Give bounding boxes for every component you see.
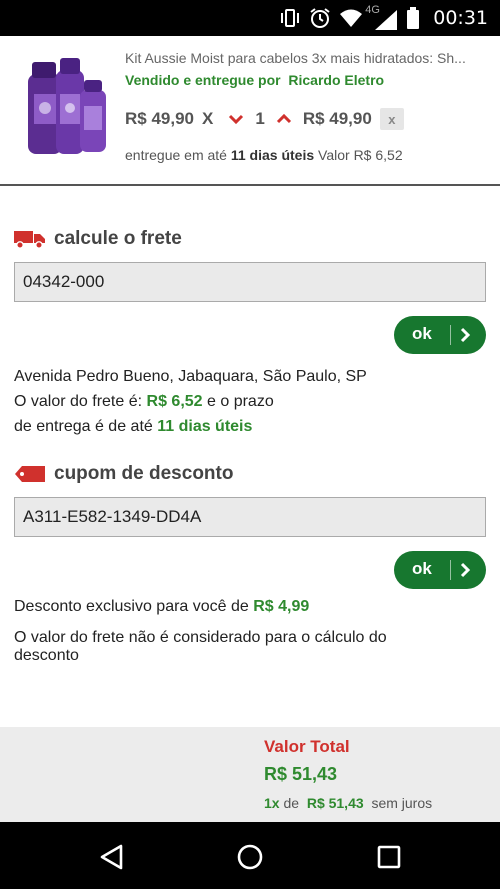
freight-value: R$ 6,52 — [146, 393, 203, 410]
seller-prefix: Vendido e entregue por — [125, 72, 281, 88]
freight-suffix: e o prazo — [207, 393, 274, 410]
seller-info: Vendido e entregue por Ricardo Eletro — [125, 72, 384, 88]
coupon-ok-label: ok — [412, 559, 432, 578]
totals-panel: Valor Total R$ 51,43 1x de R$ 51,43 sem … — [0, 727, 500, 822]
button-divider — [450, 560, 451, 580]
discount-note-line2: desconto — [14, 647, 79, 664]
shipping-ok-label: ok — [412, 324, 432, 343]
vibrate-icon — [281, 9, 300, 27]
alarm-icon — [310, 8, 330, 28]
coupon-heading-label: cupom de desconto — [54, 463, 234, 484]
total-value: R$ 51,43 — [264, 764, 338, 784]
back-icon[interactable] — [97, 842, 127, 872]
product-image[interactable] — [18, 48, 114, 158]
quantity-increase-icon[interactable] — [275, 110, 293, 128]
shipping-heading-label: calcule o frete — [54, 228, 182, 249]
delivery-prefix: entregue em até — [125, 147, 227, 163]
coupon-ok-button[interactable]: ok — [394, 551, 486, 589]
installments-de: de — [283, 795, 300, 811]
shipping-address: Avenida Pedro Bueno, Jabaquara, São Paul… — [14, 368, 367, 385]
installments-count: 1x — [264, 795, 280, 811]
total-label: Valor Total — [264, 737, 350, 756]
delivery-days: 11 dias úteis — [230, 147, 315, 163]
price-row: R$ 49,90 X 1 R$ 49,90 x — [125, 106, 404, 132]
navigation-bar — [0, 822, 500, 889]
freight-value-line: O valor do frete é: R$ 6,52 e o prazo — [14, 393, 274, 411]
cart-item: Kit Aussie Moist para cabelos 3x mais hi… — [0, 36, 500, 186]
coupon-heading: cupom de desconto — [14, 463, 233, 485]
quantity-value: 1 — [255, 109, 265, 128]
discount-value: R$ 4,99 — [253, 598, 310, 615]
line-total: R$ 49,90 — [302, 109, 372, 128]
seller-name: Ricardo Eletro — [288, 72, 385, 88]
delivery-deadline-line: de entrega é de até 11 dias úteis — [14, 418, 252, 436]
truck-icon — [14, 231, 45, 249]
discount-prefix: Desconto exclusivo para você de — [14, 598, 249, 615]
installments-value: R$ 51,43 — [306, 795, 364, 811]
installments-line: 1x de R$ 51,43 sem juros — [264, 795, 432, 811]
shipping-heading: calcule o frete — [14, 228, 182, 250]
product-title[interactable]: Kit Aussie Moist para cabelos 3x mais hi… — [125, 50, 495, 66]
status-icons: 4G 00:31 — [279, 0, 488, 36]
home-icon[interactable] — [235, 842, 265, 872]
deadline-prefix: de entrega é de até — [14, 418, 153, 435]
recent-apps-icon[interactable] — [374, 842, 404, 872]
discount-note-line1: O valor do frete não é considerado para … — [14, 629, 387, 646]
button-divider — [450, 325, 451, 345]
zip-code-input[interactable] — [14, 262, 486, 302]
chevron-right-icon — [460, 327, 471, 343]
chevron-right-icon — [460, 562, 471, 578]
quantity-decrease-icon[interactable] — [227, 110, 245, 128]
shipping-ok-button[interactable]: ok — [394, 316, 486, 354]
unit-price: R$ 49,90 — [125, 109, 194, 128]
coupon-code-input[interactable] — [14, 497, 486, 537]
freight-prefix: O valor do frete é: — [14, 393, 143, 410]
installments-suffix: sem juros — [371, 795, 433, 811]
tag-icon — [15, 466, 45, 482]
signal-icon — [375, 10, 398, 30]
battery-icon — [407, 7, 420, 29]
discount-line: Desconto exclusivo para você de R$ 4,99 — [14, 598, 309, 616]
delivery-value: Valor R$ 6,52 — [318, 147, 403, 163]
status-time: 00:31 — [433, 7, 488, 29]
wifi-icon — [340, 9, 363, 27]
status-bar: 4G 00:31 — [0, 0, 500, 36]
remove-item-button[interactable]: x — [379, 108, 404, 130]
mobile-signal: 4G — [365, 4, 399, 30]
times-sign: X — [202, 109, 214, 128]
deadline-value: 11 dias úteis — [157, 418, 253, 435]
delivery-info: entregue em até 11 dias úteis Valor R$ 6… — [125, 147, 403, 163]
